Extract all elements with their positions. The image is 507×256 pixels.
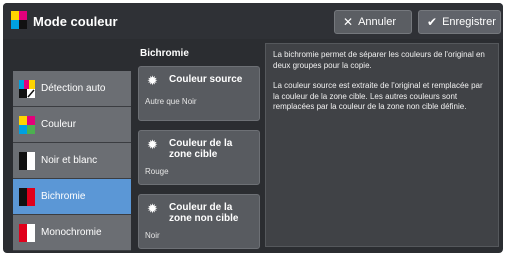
non-target-zone-color-button[interactable]: ✹ Couleur de la zone non cible Noir [138,194,260,249]
color-icon [19,116,35,134]
info-panel: La bichromie permet de séparer les coule… [265,43,499,247]
info-paragraph: La bichromie permet de séparer les coule… [273,50,485,70]
mode-item-two-color[interactable]: Bichromie [13,179,131,215]
page-title: Mode couleur [33,14,118,29]
option-label: Couleur source [169,74,243,85]
source-color-button[interactable]: ✹ Couleur source Autre que Noir [138,66,260,121]
cancel-button[interactable]: ✕ Annuler [334,10,412,34]
mode-label: Détection auto [41,83,106,94]
color-mode-icon [11,11,27,29]
mode-item-black-white[interactable]: Noir et blanc [13,143,131,179]
black-white-icon [19,152,35,170]
option-value: Rouge [145,167,169,176]
save-button[interactable]: ✔ Enregistrer [418,10,501,34]
option-label: Couleur de la zone non cible [169,202,239,224]
section-title: Bichromie [140,48,189,59]
single-color-icon [19,224,35,242]
info-paragraph: La couleur source est extraite de l'orig… [273,81,483,111]
mode-label: Couleur [41,119,77,130]
checkmark-icon: ✔ [427,15,438,29]
option-value: Noir [145,231,160,240]
color-mode-screen: Mode couleur ✕ Annuler ✔ Enregistrer Dét… [3,3,503,253]
option-label: Couleur de la zone cible [169,138,233,160]
close-icon: ✕ [343,15,354,29]
target-zone-color-button[interactable]: ✹ Couleur de la zone cible Rouge [138,130,260,185]
save-label: Enregistrer [442,16,496,28]
gear-icon: ✹ [147,201,158,216]
color-mode-list: Détection auto Couleur Noir et blanc Bic… [13,71,131,251]
gear-icon: ✹ [147,73,158,88]
mode-item-auto-detect[interactable]: Détection auto [13,71,131,107]
mode-item-color[interactable]: Couleur [13,107,131,143]
two-color-icon [19,188,35,206]
option-value: Autre que Noir [145,97,197,106]
mode-label: Bichromie [41,191,86,202]
gear-icon: ✹ [147,137,158,152]
cancel-label: Annuler [358,16,396,28]
auto-detect-icon [19,80,35,98]
mode-item-single-color[interactable]: Monochromie [13,215,131,251]
title-bar: Mode couleur ✕ Annuler ✔ Enregistrer [3,3,503,39]
mode-label: Noir et blanc [41,155,98,166]
mode-label: Monochromie [41,227,102,238]
